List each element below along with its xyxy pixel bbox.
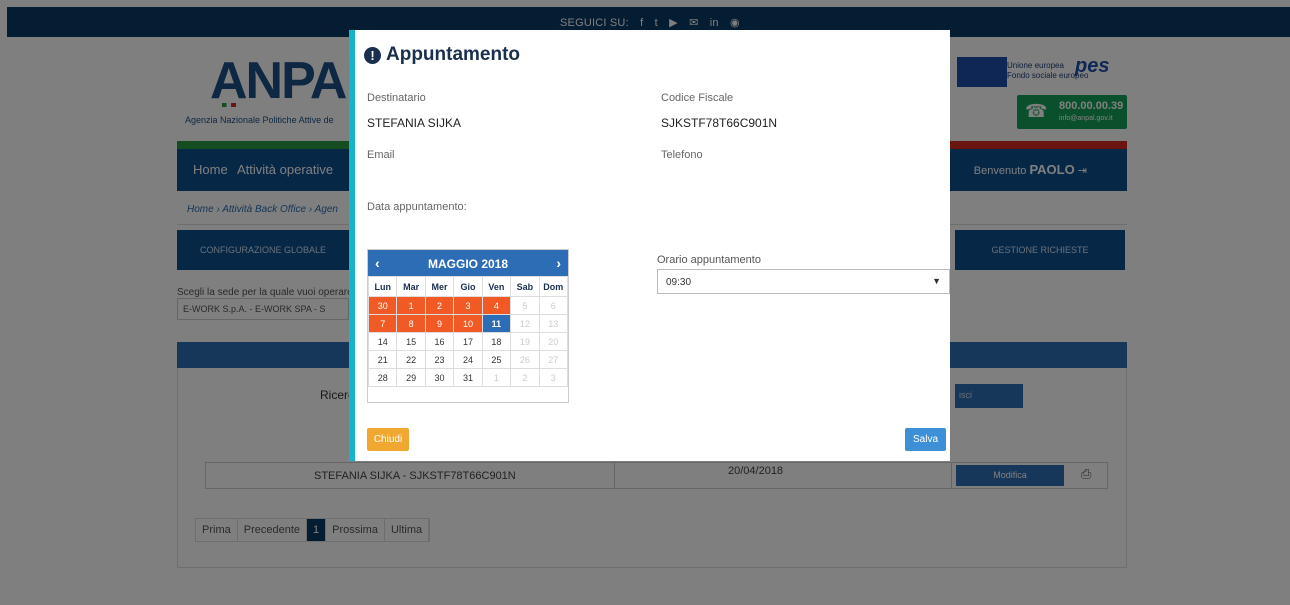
- calendar-day[interactable]: 30: [367, 296, 398, 315]
- calendar-day: 3: [538, 368, 569, 387]
- calendar-day: 20: [538, 332, 569, 351]
- appointment-modal: ! Appuntamento Destinatario STEFANIA SIJ…: [349, 30, 950, 461]
- calendar-day[interactable]: 3: [453, 296, 483, 315]
- calendar-day[interactable]: 18: [481, 332, 512, 351]
- calendar-day: 19: [510, 332, 540, 351]
- calendar-header: ‹ MAGGIO 2018 ›: [368, 250, 568, 276]
- weekday-header: Gio: [453, 276, 483, 297]
- calendar-day[interactable]: 30: [424, 368, 455, 387]
- weekday-header: Sab: [510, 276, 540, 297]
- exclamation-icon: !: [364, 46, 381, 64]
- destinatario-label: Destinatario: [367, 92, 426, 104]
- calendar-day[interactable]: 9: [424, 314, 455, 333]
- orario-label: Orario appuntamento: [657, 254, 761, 266]
- weekday-header: Lun: [367, 276, 398, 297]
- calendar-day[interactable]: 4: [481, 296, 512, 315]
- calendar-day[interactable]: 24: [453, 350, 483, 369]
- date-picker: ‹ MAGGIO 2018 › Lun Mar Mer Gio Ven Sab Dom 30…: [367, 249, 569, 403]
- calendar-day[interactable]: 15: [396, 332, 426, 351]
- next-month-icon[interactable]: ›: [556, 255, 561, 271]
- orario-select[interactable]: 09:30 ▼: [657, 269, 950, 294]
- calendar-grid: Lun Mar Mer Gio Ven Sab Dom 30 1 2 3 4 5 6 7 8 9 10 11 12 1…: [367, 276, 569, 387]
- calendar-day: 13: [538, 314, 569, 333]
- calendar-day: 1: [481, 368, 512, 387]
- calendar-day[interactable]: 1: [396, 296, 426, 315]
- calendar-day[interactable]: 10: [453, 314, 483, 333]
- email-label: Email: [367, 149, 395, 161]
- calendar-day[interactable]: 22: [396, 350, 426, 369]
- weekday-header: Ven: [481, 276, 512, 297]
- calendar-day[interactable]: 31: [453, 368, 483, 387]
- calendar-day[interactable]: 11: [481, 314, 512, 333]
- calendar-day[interactable]: 23: [424, 350, 455, 369]
- calendar-day[interactable]: 17: [453, 332, 483, 351]
- calendar-day[interactable]: 16: [424, 332, 455, 351]
- calendar-day: 12: [510, 314, 540, 333]
- calendar-day[interactable]: 21: [367, 350, 398, 369]
- calendar-day: 5: [510, 296, 540, 315]
- calendar-day[interactable]: 14: [367, 332, 398, 351]
- telefono-label: Telefono: [661, 149, 703, 161]
- codice-fiscale-value: SJKSTF78T66C901N: [661, 116, 778, 130]
- calendar-day[interactable]: 7: [367, 314, 398, 333]
- weekday-header: Dom: [538, 276, 569, 297]
- weekday-header: Mar: [396, 276, 426, 297]
- calendar-day[interactable]: 2: [424, 296, 455, 315]
- dropdown-arrow-icon: ▼: [932, 276, 941, 286]
- codice-fiscale-label: Codice Fiscale: [661, 92, 734, 104]
- weekday-header: Mer: [424, 276, 455, 297]
- data-appuntamento-label: Data appuntamento:: [367, 201, 467, 213]
- calendar-day: 2: [510, 368, 540, 387]
- destinatario-value: STEFANIA SIJKA: [367, 116, 462, 130]
- modal-title: ! Appuntamento: [364, 44, 520, 66]
- calendar-day[interactable]: 25: [481, 350, 512, 369]
- calendar-day[interactable]: 29: [396, 368, 426, 387]
- close-button[interactable]: Chiudi: [367, 428, 409, 451]
- calendar-month-title: MAGGIO 2018: [427, 257, 509, 271]
- calendar-day: 27: [538, 350, 569, 369]
- calendar-day: 6: [538, 296, 569, 315]
- calendar-day[interactable]: 8: [396, 314, 426, 333]
- calendar-day: 26: [510, 350, 540, 369]
- calendar-day[interactable]: 28: [367, 368, 398, 387]
- save-button[interactable]: Salva: [905, 428, 946, 451]
